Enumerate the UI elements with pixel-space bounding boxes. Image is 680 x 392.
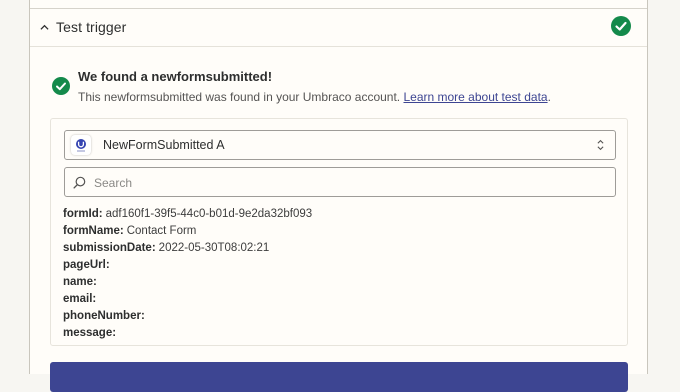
field-key: formId:	[63, 208, 103, 220]
umbraco-logo-icon	[71, 135, 91, 155]
chevron-up-icon[interactable]	[40, 23, 49, 32]
result-description: This newformsubmitted was found in your …	[78, 90, 551, 104]
success-check-icon	[52, 77, 70, 95]
field-key: pageUrl:	[63, 259, 110, 271]
search-icon	[73, 176, 86, 189]
field-key: submissionDate:	[63, 242, 156, 254]
field-row-message: message:	[63, 325, 613, 342]
header-divider	[30, 46, 647, 47]
test-trigger-panel: Test trigger We found a newformsubmitted…	[29, 0, 648, 392]
search-input[interactable]	[92, 172, 606, 194]
field-row-form-name: formName: Contact Form	[63, 223, 613, 240]
continue-button[interactable]	[50, 362, 628, 392]
sample-data-card: NewFormSubmitted A formId:adf160f1-39f5-…	[50, 118, 628, 346]
field-search-box[interactable]	[64, 167, 616, 197]
field-key: name:	[63, 276, 97, 288]
field-row-form-id: formId: adf160f1-39f5-44c0-b01d-9e2da32bf…	[63, 206, 613, 223]
field-value: 2022-05-30T08:02:21	[158, 242, 270, 254]
section-header-test-trigger[interactable]: Test trigger	[30, 9, 647, 47]
field-value: adf160f1-39f5-44c0-b01d-9e2da32bf093	[105, 208, 313, 220]
field-row-phone-number: phoneNumber:	[63, 308, 613, 325]
field-row-email: email:	[63, 291, 613, 308]
result-title: We found a newformsubmitted!	[78, 69, 273, 84]
field-row-name: name:	[63, 274, 613, 291]
section-title: Test trigger	[56, 19, 127, 35]
field-value: Contact Form	[126, 225, 197, 237]
result-description-end: .	[547, 90, 551, 104]
field-key: phoneNumber:	[63, 310, 145, 322]
field-row-submission-date: submissionDate: 2022-05-30T08:02:21	[63, 240, 613, 257]
field-row-page-url: pageUrl:	[63, 257, 613, 274]
selected-sample-label: NewFormSubmitted A	[103, 138, 225, 152]
select-caret-icon	[597, 139, 604, 151]
sample-record-select[interactable]: NewFormSubmitted A	[64, 130, 616, 160]
field-key: message:	[63, 327, 117, 339]
field-key: email:	[63, 293, 97, 305]
check-circle-icon	[611, 16, 631, 36]
learn-more-test-data-link[interactable]: Learn more about test data	[403, 90, 547, 104]
field-key: formName:	[63, 225, 124, 237]
sample-fields-list: formId: adf160f1-39f5-44c0-b01d-9e2da32bf…	[63, 206, 613, 342]
result-description-text: This newformsubmitted was found in your …	[78, 90, 404, 104]
